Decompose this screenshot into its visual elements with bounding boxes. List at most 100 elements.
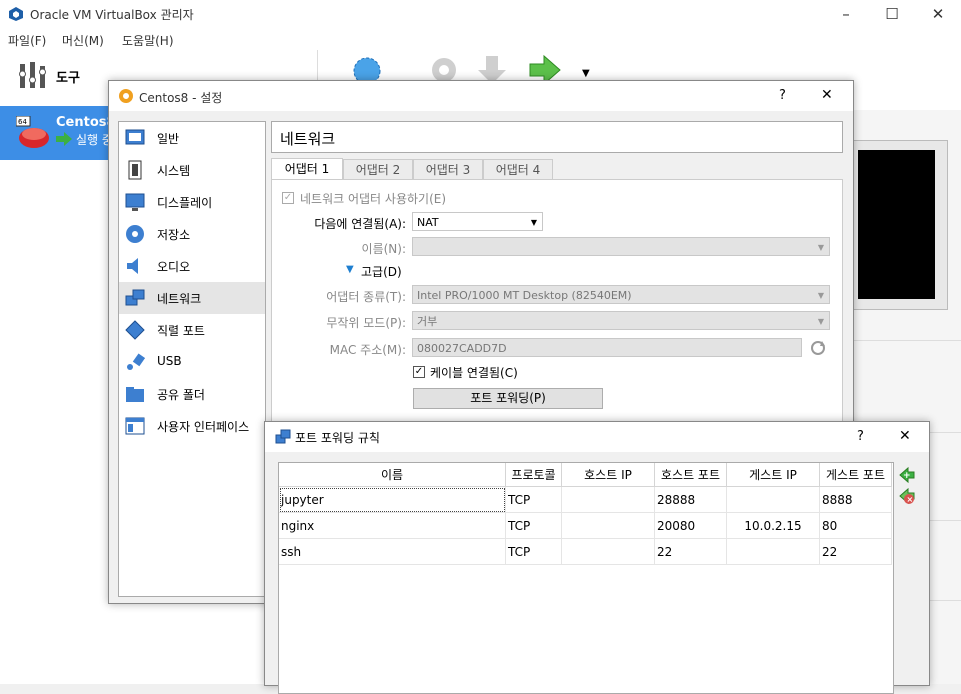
table-cell-host-port[interactable]: 20080 bbox=[655, 513, 727, 539]
close-button[interactable]: ✕ bbox=[915, 0, 961, 28]
settings-title-bar: Centos8 - 설정 ? ✕ bbox=[109, 81, 853, 111]
table-cell-protocol[interactable]: TCP bbox=[506, 539, 562, 565]
sidebar-item-label: 시스템 bbox=[157, 164, 191, 178]
refresh-mac-icon[interactable] bbox=[810, 340, 826, 356]
window-title: Oracle VM VirtualBox 관리자 bbox=[30, 8, 194, 22]
tools-label[interactable]: 도구 bbox=[56, 67, 80, 86]
sidebar-item-network[interactable]: 네트워크 bbox=[119, 282, 265, 314]
attached-to-value: NAT bbox=[417, 216, 439, 229]
usb-icon bbox=[127, 353, 145, 370]
sidebar-item-label: 사용자 인터페이스 bbox=[157, 420, 250, 434]
main-title-bar: Oracle VM VirtualBox 관리자 – ☐ ✕ bbox=[0, 0, 961, 28]
cable-connected-checkbox[interactable]: ✓ bbox=[413, 366, 425, 378]
menu-bar: 파일(F) 머신(M) 도움말(H) bbox=[0, 28, 961, 50]
sidebar-item-serial-port[interactable]: 직렬 포트 bbox=[119, 314, 265, 346]
menu-help[interactable]: 도움말(H) bbox=[122, 32, 174, 49]
column-header-guest-ip[interactable]: 게스트 IP bbox=[727, 463, 820, 487]
table-cell-host-ip[interactable] bbox=[562, 487, 655, 513]
sidebar-item-label: 오디오 bbox=[157, 260, 191, 274]
centos-vm-icon: 64 bbox=[16, 116, 49, 148]
menu-machine[interactable]: 머신(M) bbox=[62, 32, 104, 49]
sidebar-item-label: 공유 폴더 bbox=[157, 388, 205, 402]
settings-close-button[interactable]: ✕ bbox=[821, 87, 833, 103]
sidebar-item-user-interface[interactable]: 사용자 인터페이스 bbox=[119, 410, 265, 442]
sidebar-item-label: 네트워크 bbox=[157, 292, 202, 306]
general-icon bbox=[125, 129, 145, 145]
storage-icon bbox=[126, 225, 144, 243]
sidebar-item-display[interactable]: 디스플레이 bbox=[119, 186, 265, 218]
table-cell-guest-port[interactable]: 22 bbox=[820, 539, 892, 565]
sidebar-item-general[interactable]: 일반 bbox=[119, 122, 265, 154]
svg-text:×: × bbox=[907, 495, 914, 504]
serial-port-icon bbox=[125, 320, 145, 340]
table-cell-guest-port[interactable]: 8888 bbox=[820, 487, 892, 513]
sidebar-item-usb[interactable]: USB bbox=[119, 346, 265, 378]
chevron-down-icon: ▼ bbox=[817, 291, 824, 300]
table-cell-host-ip[interactable] bbox=[562, 539, 655, 565]
shared-folder-icon bbox=[126, 387, 144, 402]
tab-adapter-1[interactable]: 어댑터 1 bbox=[271, 158, 343, 181]
enable-adapter-label: 네트워크 어댑터 사용하기(E) bbox=[300, 192, 447, 206]
column-header-name[interactable]: 이름 bbox=[279, 463, 506, 487]
tab-adapter-2[interactable]: 어댑터 2 bbox=[343, 159, 413, 180]
advanced-toggle-icon[interactable]: ▼ bbox=[346, 264, 354, 275]
mac-input[interactable]: 080027CADD7D bbox=[412, 338, 802, 357]
attached-to-select[interactable]: NAT ▼ bbox=[412, 212, 543, 231]
settings-help-button[interactable]: ? bbox=[779, 88, 786, 103]
tab-adapter-3[interactable]: 어댑터 3 bbox=[413, 159, 483, 180]
system-icon bbox=[128, 160, 142, 180]
sidebar-item-audio[interactable]: 오디오 bbox=[119, 250, 265, 282]
chevron-down-icon: ▼ bbox=[817, 243, 824, 252]
column-header-protocol[interactable]: 프로토콜 bbox=[506, 463, 562, 487]
port-forwarding-button[interactable]: 포트 포워딩(P) bbox=[413, 388, 603, 409]
tab-adapter-4[interactable]: 어댑터 4 bbox=[483, 159, 553, 180]
chevron-down-icon: ▼ bbox=[530, 218, 537, 227]
port-forwarding-help-button[interactable]: ? bbox=[857, 429, 864, 444]
menu-file[interactable]: 파일(F) bbox=[8, 32, 46, 49]
advanced-toggle-label[interactable]: 고급(D) bbox=[361, 263, 402, 280]
sidebar-item-label: 직렬 포트 bbox=[157, 324, 205, 338]
table-cell-protocol[interactable]: TCP bbox=[506, 513, 562, 539]
table-cell-guest-port[interactable]: 80 bbox=[820, 513, 892, 539]
table-cell-guest-ip[interactable] bbox=[727, 539, 820, 565]
name-select[interactable]: ▼ bbox=[412, 237, 830, 256]
table-cell-host-ip[interactable] bbox=[562, 513, 655, 539]
promiscuous-select[interactable]: 거부 ▼ bbox=[412, 311, 830, 330]
table-cell-name[interactable]: ssh bbox=[279, 539, 506, 565]
page-header: 네트워크 bbox=[271, 121, 843, 153]
minimize-button[interactable]: – bbox=[823, 0, 869, 28]
table-cell-host-port[interactable]: 28888 bbox=[655, 487, 727, 513]
column-header-host-ip[interactable]: 호스트 IP bbox=[562, 463, 655, 487]
divider bbox=[928, 600, 961, 601]
enable-adapter-checkbox[interactable]: ✓ bbox=[282, 192, 294, 204]
port-forwarding-close-button[interactable]: ✕ bbox=[899, 428, 911, 444]
mac-value: 080027CADD7D bbox=[417, 342, 507, 355]
sidebar-item-shared-folder[interactable]: 공유 폴더 bbox=[119, 378, 265, 410]
table-cell-name[interactable]: nginx bbox=[279, 513, 506, 539]
sidebar-item-system[interactable]: 시스템 bbox=[119, 154, 265, 186]
tools-icon[interactable] bbox=[18, 60, 48, 92]
mac-label: MAC 주소(M): bbox=[329, 343, 406, 357]
table-cell-guest-ip[interactable] bbox=[727, 487, 820, 513]
network-icon bbox=[275, 429, 291, 444]
divider bbox=[928, 520, 961, 521]
table-cell-guest-ip[interactable]: 10.0.2.15 bbox=[727, 513, 820, 539]
vm-name: Centos8 bbox=[56, 115, 116, 130]
start-dropdown-icon[interactable]: ▼ bbox=[582, 68, 590, 79]
vm-preview-screen bbox=[858, 150, 935, 299]
table-cell-protocol[interactable]: TCP bbox=[506, 487, 562, 513]
column-header-guest-port[interactable]: 게스트 포트 bbox=[820, 463, 892, 487]
network-icon bbox=[125, 289, 145, 306]
sidebar-item-storage[interactable]: 저장소 bbox=[119, 218, 265, 250]
maximize-button[interactable]: ☐ bbox=[869, 0, 915, 28]
table-cell-name[interactable]: jupyter bbox=[279, 487, 506, 513]
settings-sidebar: 일반 시스템 디스플레이 저장소 오디오 네트워크 직렬 포트 USB 공유 폴… bbox=[118, 121, 266, 597]
add-rule-icon[interactable]: + bbox=[897, 466, 915, 484]
user-interface-icon bbox=[125, 417, 145, 435]
sidebar-item-label: 일반 bbox=[157, 132, 180, 146]
adapter-type-select[interactable]: Intel PRO/1000 MT Desktop (82540EM) ▼ bbox=[412, 285, 830, 304]
column-header-host-port[interactable]: 호스트 포트 bbox=[655, 463, 727, 487]
table-cell-host-port[interactable]: 22 bbox=[655, 539, 727, 565]
remove-rule-icon[interactable]: × bbox=[897, 487, 915, 505]
cable-connected-label: 케이블 연결됨(C) bbox=[430, 366, 518, 380]
